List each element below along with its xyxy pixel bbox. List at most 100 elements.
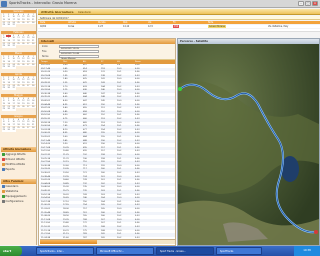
taskbar-item[interactable]: Microsoft Office Pic... [96, 247, 154, 255]
calendar-day[interactable]: 27 [25, 21, 31, 24]
calendar-day[interactable]: 30 [6, 45, 11, 48]
calendar-day[interactable]: 30 [6, 108, 11, 111]
calendar-day[interactable]: 31 [11, 45, 16, 48]
calendar-day[interactable]: 29 [1, 24, 7, 27]
maximize-button[interactable]: □ [305, 1, 311, 6]
sidebar-item-settings[interactable]: Configurazione [2, 200, 36, 204]
column-header[interactable]: Dist. [123, 21, 128, 24]
sidebar-item-export[interactable]: Esporta [2, 168, 36, 172]
calendar-day[interactable]: 25 [16, 105, 21, 108]
calendar-month-6[interactable]: Giugno 1 2 3 4 5 6 7 8 9 10 11 12 13 14 15 16 17 18 19 20 21… [1, 115, 36, 136]
calendar-day[interactable]: 25 [16, 42, 21, 45]
calendar-day[interactable]: 30 [6, 87, 11, 90]
calendar-day[interactable]: 25 [16, 63, 21, 66]
calendar-grid[interactable]: 1 2 3 4 5 6 7 8 9 10 11 12 13 14 15 16 17 18 19 20 21 22 23 24 2… [1, 55, 36, 69]
calendar-grid[interactable]: 1 2 3 4 5 6 7 8 9 10 11 12 13 14 15 16 17 18 19 20 21 22 23 24 2… [1, 34, 36, 48]
calendar-day[interactable]: 31 [11, 87, 16, 90]
calendar-day[interactable]: 27 [25, 105, 31, 108]
calendar-day[interactable]: 30 [6, 66, 11, 69]
calendar-day[interactable]: 26 [21, 21, 26, 24]
calendar-month-2[interactable]: Febbraio 1 2 3 4 5 6 7 8 9 10 11 12 13 14 15 16 17 18 19 20… [1, 31, 36, 52]
calendar-grid[interactable]: 1 2 3 4 5 6 7 8 9 10 11 12 13 14 15 16 17 18 19 20 21 22 23 24 2… [1, 118, 36, 132]
calendar-month-4[interactable]: Aprile 1 2 3 4 5 6 7 8 9 10 11 12 13 14 15 16 17 18 19 20 21… [1, 73, 36, 94]
sidebar-item-calendar[interactable]: Calendario [2, 185, 36, 189]
sidebar-item-label: Configurazione [5, 200, 24, 203]
column-header[interactable]: Durata [98, 21, 106, 24]
sidebar-item-equipment[interactable]: Equipaggiamento [2, 195, 36, 199]
calendar-month-1[interactable]: Gennaio 1 2 3 4 5 6 7 8 9 10 11 12 13 14 15 16 17 18 19 20 2… [1, 10, 36, 31]
close-button[interactable]: × [312, 1, 318, 6]
sidebar-item-edit[interactable]: Modifica Attività [2, 163, 36, 167]
calendar-day[interactable]: 27 [25, 42, 31, 45]
app-logo-icon [1, 1, 7, 7]
calendar-day[interactable]: 28 [30, 42, 36, 45]
calendar-day[interactable]: 25 [16, 84, 21, 87]
name-field[interactable]: Grosio Morena [59, 55, 99, 60]
calendar-day[interactable]: 27 [25, 126, 31, 129]
calendar-day[interactable]: 26 [21, 42, 26, 45]
calendar-day[interactable]: 28 [30, 63, 36, 66]
activities-table-header: Data Attività Durata Dist. Vel. FC Note [38, 21, 320, 24]
tools-panel-header[interactable]: Altre Funzioni [1, 179, 36, 184]
activities-panel-header[interactable]: Attività Giornaliere [1, 147, 36, 152]
calendar-grid[interactable]: 1 2 3 4 5 6 7 8 9 10 11 12 13 14 15 16 17 18 19 20 21 22 23 24 2… [1, 97, 36, 111]
calendar-day[interactable]: 26 [21, 84, 26, 87]
calendar-grid[interactable]: 1 2 3 4 5 6 7 8 9 10 11 12 13 14 15 16 17 18 19 20 21 22 23 24 2… [1, 13, 36, 27]
calendar-day[interactable]: 28 [30, 105, 36, 108]
start-button[interactable]: start [0, 246, 22, 256]
calendar-day[interactable]: 27 [25, 63, 31, 66]
shoe-icon [2, 195, 5, 198]
taskbar-item[interactable]: SportsTracks - Inter... [36, 247, 94, 255]
satellite-map[interactable] [178, 44, 319, 245]
start-marker-icon[interactable] [178, 87, 182, 91]
system-tray-clock[interactable]: 10:38 [294, 246, 320, 256]
start-field[interactable]: 02/02/2017 09:15 [59, 45, 99, 50]
cell-type: Corsa [68, 25, 75, 28]
calendar-day[interactable]: 31 [11, 129, 16, 132]
calendar-day[interactable]: 29 [1, 66, 7, 69]
calendar-day[interactable]: 28 [30, 84, 36, 87]
calendar-day[interactable]: 29 [1, 108, 7, 111]
minimize-button[interactable]: – [298, 1, 304, 6]
calendar-day[interactable]: 29 [1, 129, 7, 132]
calendar-day[interactable]: 31 [11, 108, 16, 111]
sidebar-item-label: Equipaggiamento [5, 195, 27, 198]
calendar-day[interactable]: 25 [16, 21, 21, 24]
calendar-day[interactable]: 26 [21, 126, 26, 129]
calendar-day[interactable]: 31 [11, 66, 16, 69]
sidebar-item-remove[interactable]: Rimuovi Attività [2, 158, 36, 162]
column-header[interactable]: Attività [68, 21, 76, 24]
section-title: Attività Giornaliere [41, 10, 74, 14]
column-header[interactable]: Note [208, 21, 213, 24]
calendar-day[interactable]: 30 [6, 129, 11, 132]
calendar-day[interactable]: 29 [1, 45, 7, 48]
calendar-month-3[interactable]: Marzo 1 2 3 4 5 6 7 8 9 10 11 12 13 14 15 16 17 18 19 20 21 2… [1, 52, 36, 73]
calendar-day[interactable]: 26 [21, 63, 26, 66]
calendar-day[interactable]: 31 [11, 24, 16, 27]
week-label: Settimana del 02/02/2017 [40, 16, 69, 20]
activities-table-row[interactable]: 02/02 Corsa 1:23 14,12 12,5 152 Grosio M… [38, 25, 320, 28]
calendar-month-5[interactable]: Maggio 1 2 3 4 5 6 7 8 9 10 11 12 13 14 15 16 17 18 19 20 21… [1, 94, 36, 115]
end-field[interactable]: 02/02/2017 10:38 [59, 50, 99, 55]
map-canvas[interactable] [178, 44, 319, 245]
calendar-grid[interactable]: 1 2 3 4 5 6 7 8 9 10 11 12 13 14 15 16 17 18 19 20 21 22 23 24 2… [1, 76, 36, 90]
calendar-day[interactable]: 28 [30, 21, 36, 24]
calendar-day[interactable]: 27 [25, 84, 31, 87]
gear-icon [2, 200, 5, 203]
field-label: Inizio [42, 45, 48, 48]
calendar-day[interactable]: 26 [21, 105, 26, 108]
sidebar-item-add[interactable]: Aggiungi Attività [2, 153, 36, 157]
column-header[interactable]: Data [40, 21, 45, 24]
calendar-day[interactable]: 29 [1, 87, 7, 90]
sidebar-item-stats[interactable]: Statistiche [2, 190, 36, 194]
column-header[interactable]: Vel. [148, 21, 152, 24]
calendar-day[interactable]: 30 [6, 24, 11, 27]
intervals-form: Inizio 02/02/2017 09:15 Fine 02/02/2017 … [39, 44, 175, 60]
calendar-day[interactable]: 28 [30, 126, 36, 129]
cell-distance: 14,12 [123, 25, 130, 28]
calendar-day[interactable]: 25 [16, 126, 21, 129]
column-header[interactable]: FC [173, 21, 176, 24]
taskbar-item[interactable]: Sport Tracks - Grosio... [156, 247, 214, 255]
end-marker-icon[interactable] [314, 230, 318, 234]
taskbar-item[interactable]: SportTracks [216, 247, 262, 255]
